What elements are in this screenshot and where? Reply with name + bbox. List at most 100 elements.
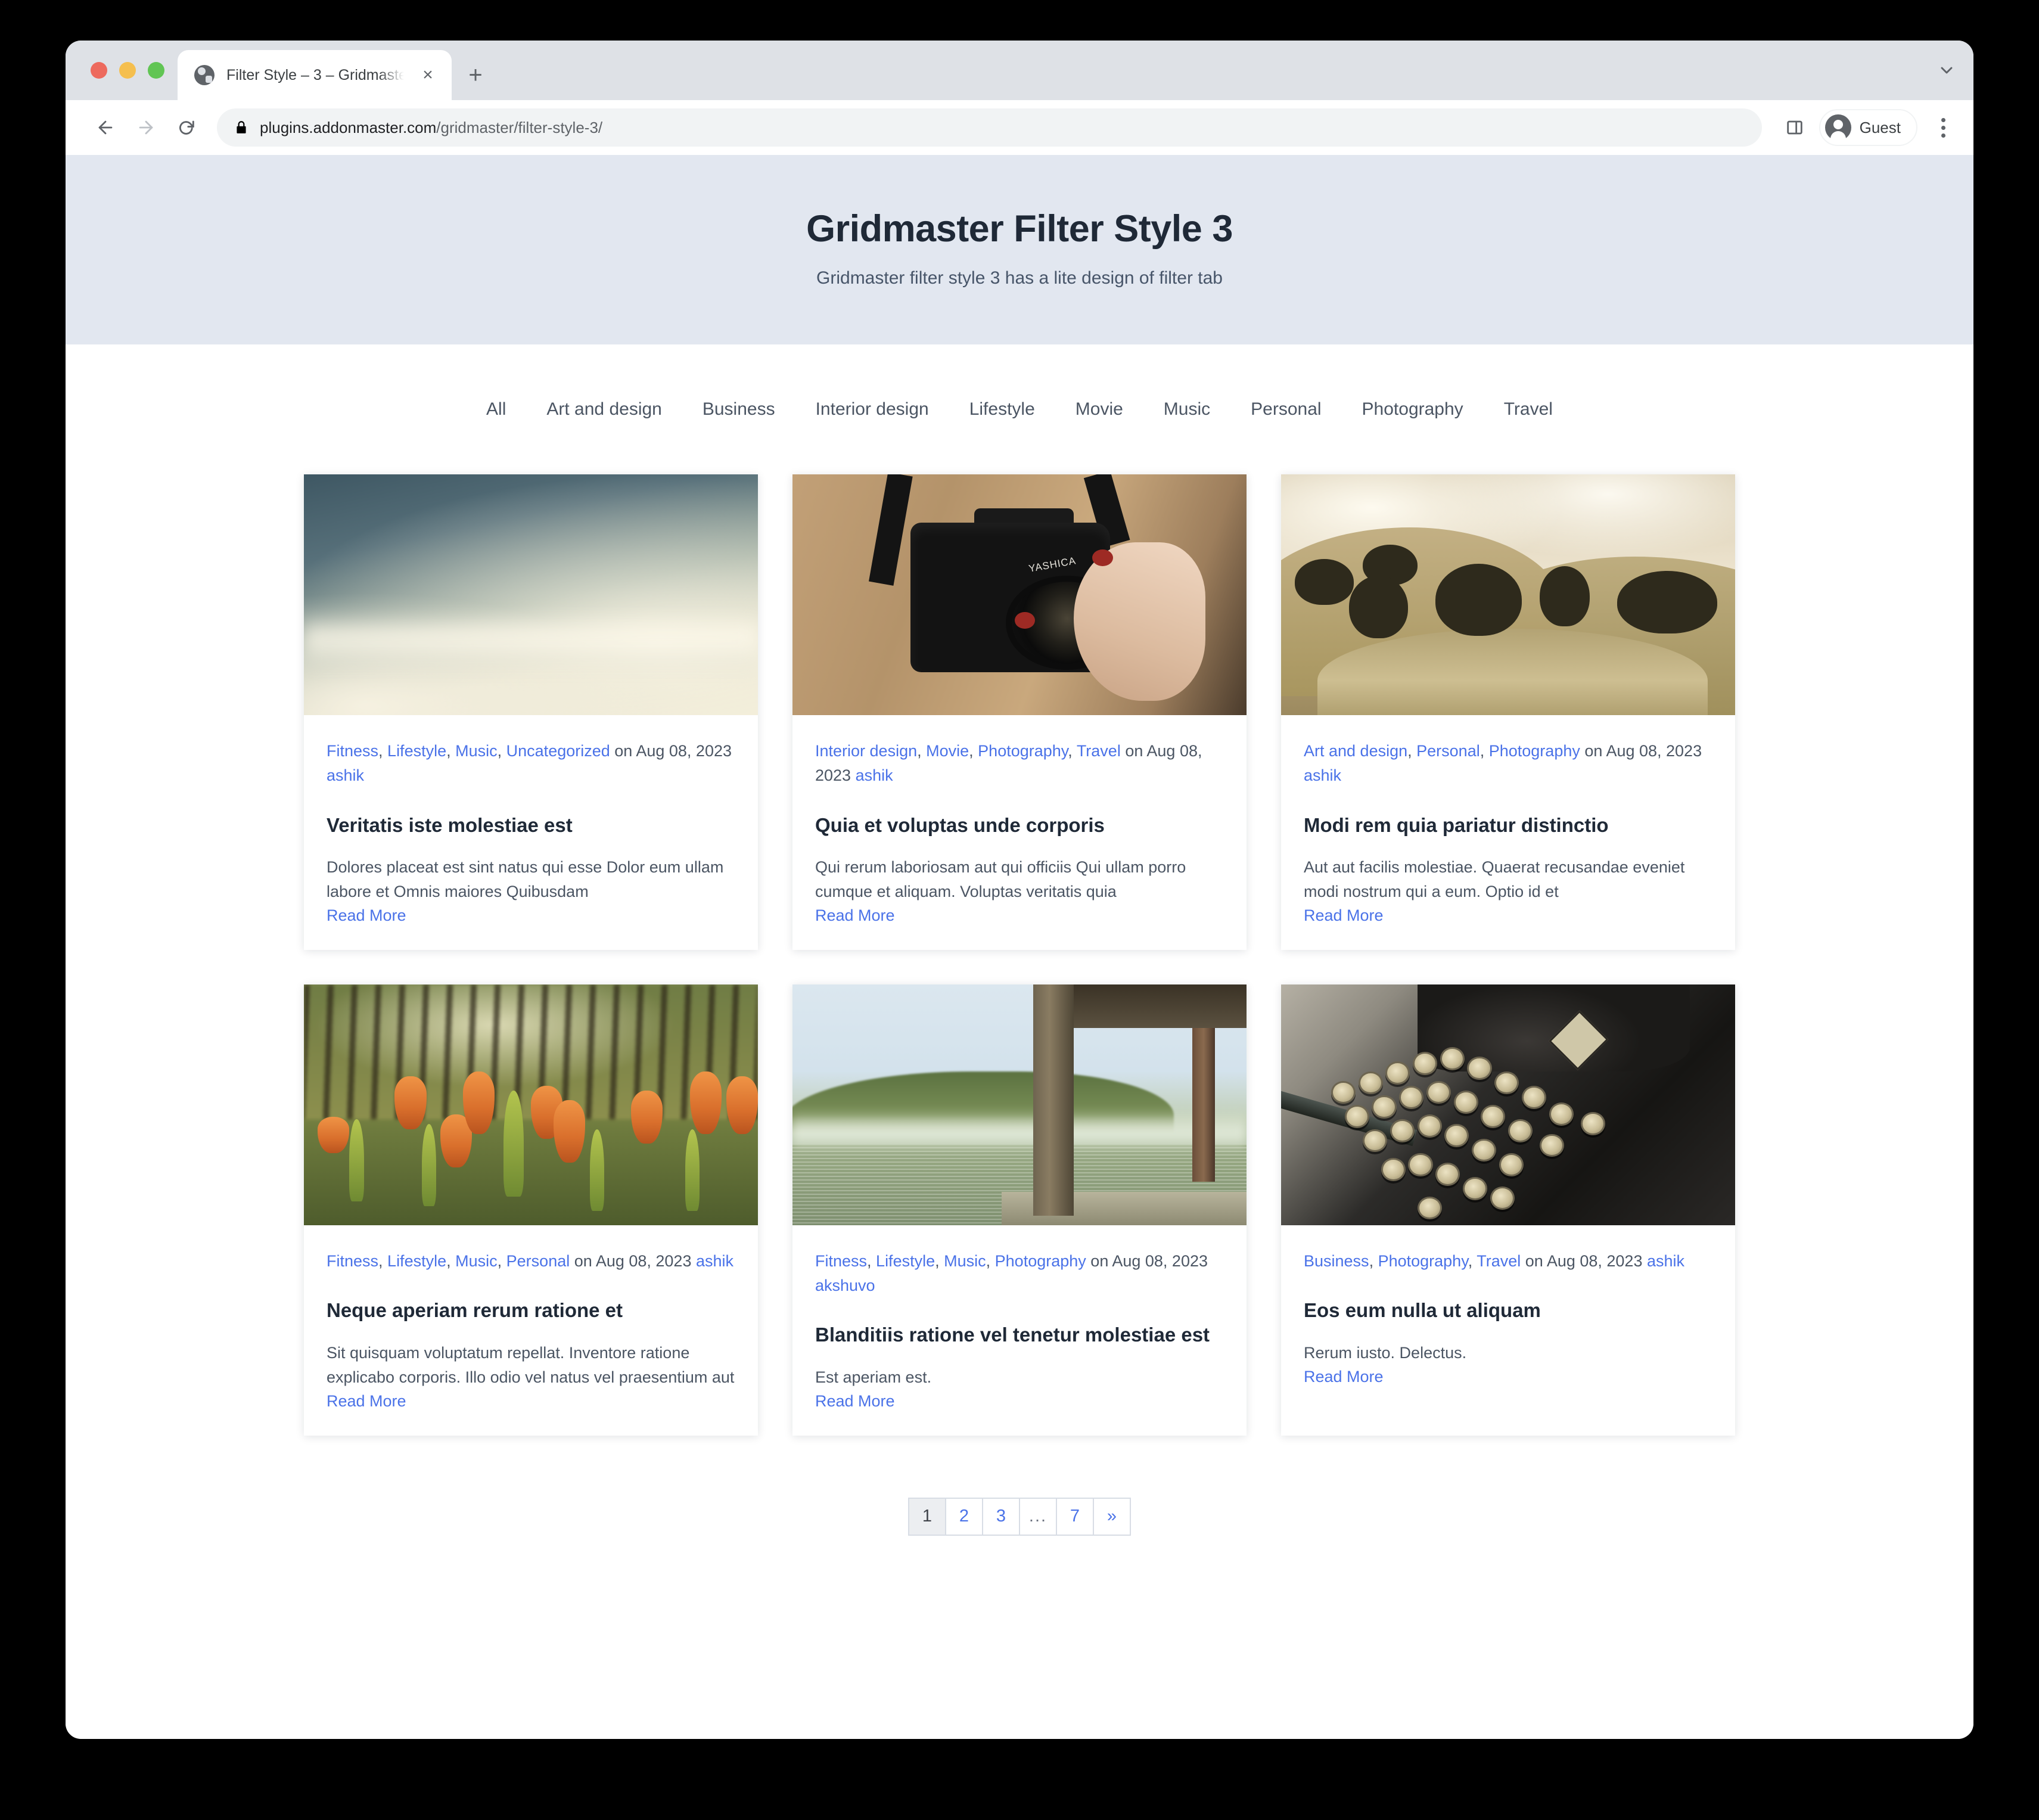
page-button-1[interactable]: 1 (908, 1497, 946, 1536)
post-card[interactable]: YASHICA Interior design, Movie, Photogra… (792, 474, 1247, 951)
category-link[interactable]: Art and design (1304, 742, 1407, 760)
filter-tab-personal[interactable]: Personal (1230, 399, 1341, 420)
category-link[interactable]: Photography (1489, 742, 1580, 760)
tulip (317, 1117, 350, 1153)
post-card[interactable]: Fitness, Lifestyle, Music, Photography o… (792, 984, 1247, 1436)
back-arrow-icon[interactable] (87, 109, 124, 146)
category-link[interactable]: Travel (1077, 742, 1121, 760)
post-card[interactable]: Fitness, Lifestyle, Music, Personal on A… (304, 984, 758, 1436)
typewriter-key (1540, 1133, 1565, 1157)
post-title[interactable]: Eos eum nulla ut aliquam (1304, 1297, 1712, 1324)
category-link[interactable]: Interior design (815, 742, 917, 760)
post-title[interactable]: Blanditiis ratione vel tenetur molestiae… (815, 1322, 1224, 1349)
post-card[interactable]: Fitness, Lifestyle, Music, Uncategorized… (304, 474, 758, 951)
kebab-menu-icon[interactable] (1927, 110, 1959, 145)
typewriter-key (1508, 1119, 1533, 1143)
category-link[interactable]: Business (1304, 1252, 1369, 1270)
filter-tab-music[interactable]: Music (1143, 399, 1230, 420)
post-title[interactable]: Veritatis iste molestiae est (327, 812, 735, 839)
page-button-7[interactable]: 7 (1056, 1497, 1094, 1536)
hand (1074, 542, 1206, 701)
post-thumbnail[interactable] (304, 474, 758, 716)
read-more-link[interactable]: Read More (1304, 1368, 1384, 1386)
category-link[interactable]: Music (455, 742, 498, 760)
read-more-link[interactable]: Read More (327, 906, 406, 925)
side-panel-icon[interactable] (1777, 110, 1812, 145)
category-link[interactable]: Music (944, 1252, 986, 1270)
category-link[interactable]: Uncategorized (506, 742, 610, 760)
category-link[interactable]: Movie (926, 742, 969, 760)
filter-tab-lifestyle[interactable]: Lifestyle (949, 399, 1055, 420)
post-title[interactable]: Neque aperiam rerum ratione et (327, 1297, 735, 1324)
new-tab-button[interactable]: + (455, 50, 496, 100)
reload-icon[interactable] (168, 109, 205, 146)
read-more-link[interactable]: Read More (815, 906, 895, 925)
category-link[interactable]: Fitness (327, 1252, 378, 1270)
post-author[interactable]: ashik (327, 766, 364, 784)
read-more-link[interactable]: Read More (327, 1392, 406, 1411)
fingernail (1015, 611, 1035, 629)
category-link[interactable]: Music (455, 1252, 498, 1270)
typewriter-key (1417, 1196, 1442, 1220)
category-link[interactable]: Personal (1416, 742, 1480, 760)
close-window-button[interactable] (91, 62, 107, 79)
post-thumbnail[interactable] (1281, 984, 1735, 1226)
post-thumbnail[interactable]: YASHICA (792, 474, 1247, 716)
post-grid: Fitness, Lifestyle, Music, Uncategorized… (66, 420, 1973, 1436)
post-title[interactable]: Quia et voluptas unde corporis (815, 812, 1224, 839)
category-link[interactable]: Lifestyle (876, 1252, 935, 1270)
category-link[interactable]: Lifestyle (387, 742, 446, 760)
post-card[interactable]: Business, Photography, Travel on Aug 08,… (1281, 984, 1735, 1436)
read-more-link[interactable]: Read More (1304, 906, 1384, 925)
post-thumbnail[interactable] (304, 984, 758, 1226)
post-thumbnail[interactable] (1281, 474, 1735, 716)
post-author[interactable]: akshuvo (815, 1277, 875, 1294)
tulip (689, 1071, 722, 1134)
page-button-2[interactable]: 2 (945, 1497, 983, 1536)
post-title[interactable]: Modi rem quia pariatur distinctio (1304, 812, 1712, 839)
category-link[interactable]: Lifestyle (387, 1252, 446, 1270)
url-domain: plugins.addonmaster.com (260, 118, 437, 136)
address-bar[interactable]: plugins.addonmaster.com/gridmaster/filte… (217, 108, 1762, 147)
typewriter-key (1390, 1119, 1415, 1143)
page-title: Gridmaster Filter Style 3 (806, 208, 1233, 250)
category-link[interactable]: Photography (978, 742, 1068, 760)
browser-tab[interactable]: Filter Style – 3 – Gridmaster D × (178, 50, 452, 100)
post-author[interactable]: ashik (1647, 1252, 1684, 1270)
read-more-link[interactable]: Read More (815, 1392, 895, 1411)
post-author[interactable]: ashik (1304, 766, 1341, 784)
meta-on-word: on (614, 742, 633, 760)
typewriter-key (1472, 1138, 1497, 1162)
forward-arrow-icon[interactable] (128, 109, 164, 146)
filter-tab-photography[interactable]: Photography (1342, 399, 1484, 420)
post-card[interactable]: Art and design, Personal, Photography on… (1281, 474, 1735, 951)
post-author[interactable]: ashik (696, 1252, 733, 1270)
category-link[interactable]: Fitness (815, 1252, 867, 1270)
leaf (685, 1129, 700, 1211)
category-link[interactable]: Travel (1477, 1252, 1521, 1270)
post-body: Fitness, Lifestyle, Music, Personal on A… (304, 1225, 758, 1436)
page-subtitle: Gridmaster filter style 3 has a lite des… (816, 268, 1223, 288)
profile-button[interactable]: Guest (1819, 109, 1917, 146)
close-tab-button[interactable]: × (416, 63, 440, 87)
category-link[interactable]: Personal (506, 1252, 570, 1270)
next-page-button[interactable]: » (1093, 1497, 1131, 1536)
filter-tab-travel[interactable]: Travel (1484, 399, 1573, 420)
typewriter-key (1499, 1153, 1524, 1176)
maximize-window-button[interactable] (148, 62, 164, 79)
category-link[interactable]: Photography (995, 1252, 1086, 1270)
post-author[interactable]: ashik (856, 766, 893, 784)
category-link[interactable]: Photography (1378, 1252, 1468, 1270)
filter-tab-all[interactable]: All (466, 399, 526, 420)
filter-tab-art-and-design[interactable]: Art and design (526, 399, 682, 420)
category-link[interactable]: Fitness (327, 742, 378, 760)
minimize-window-button[interactable] (119, 62, 136, 79)
filter-tab-interior-design[interactable]: Interior design (795, 399, 949, 420)
chevron-down-icon[interactable] (1920, 41, 1973, 100)
filter-tab-movie[interactable]: Movie (1055, 399, 1143, 420)
page-button-3[interactable]: 3 (982, 1497, 1020, 1536)
tab-strip: Filter Style – 3 – Gridmaster D × + (66, 41, 1973, 100)
filter-tab-business[interactable]: Business (682, 399, 795, 420)
typewriter-key (1580, 1112, 1606, 1135)
post-thumbnail[interactable] (792, 984, 1247, 1226)
